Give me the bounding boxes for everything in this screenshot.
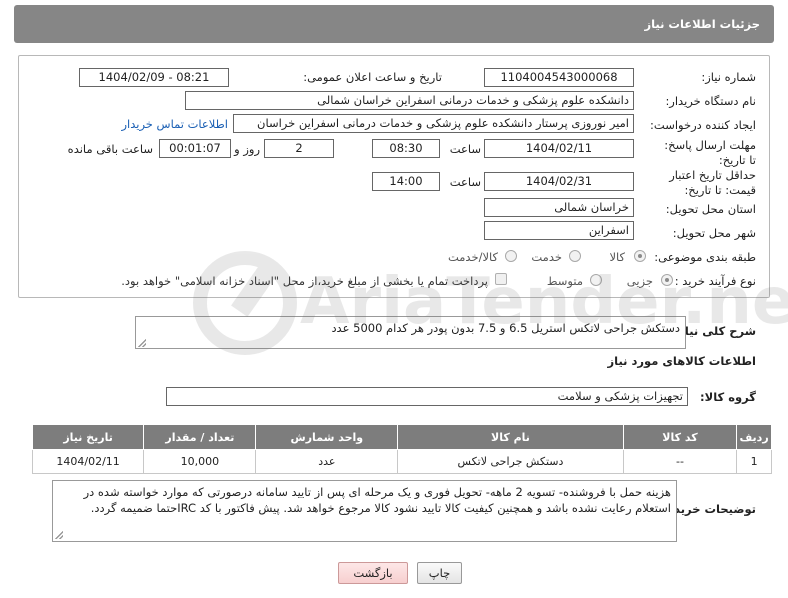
page-title: جزئیات اطلاعات نیاز <box>644 17 760 31</box>
buyer-label: نام دستگاه خریدار: <box>665 94 756 108</box>
category-radio-goods[interactable] <box>634 250 646 262</box>
process-option-medium: متوسط <box>546 274 583 288</box>
validity-time-label: ساعت <box>449 175 481 189</box>
need-number-label: شماره نیاز: <box>701 70 756 84</box>
announce-label: تاریخ و ساعت اعلان عمومی: <box>303 70 442 84</box>
days-remaining-field[interactable]: 2 <box>264 139 334 158</box>
category-option-goods: کالا <box>609 250 625 264</box>
province-label: استان محل تحویل: <box>665 202 756 216</box>
category-radio-goods-service[interactable] <box>505 250 517 262</box>
category-option-service: خدمت <box>531 250 562 264</box>
col-header-need-date: تاریخ نیاز <box>31 424 145 450</box>
col-header-row-number: ردیف <box>736 424 772 450</box>
creator-label: ایجاد کننده درخواست: <box>650 118 756 132</box>
cell-item-name: دستکش جراحی لاتکس <box>397 449 624 474</box>
days-label: روز و <box>234 142 260 156</box>
deadline-date-field[interactable]: 1404/02/11 <box>484 139 634 158</box>
summary-label: شرح کلی نیاز: <box>673 324 756 338</box>
goods-group-field[interactable]: تجهیزات پزشکی و سلامت <box>166 387 688 406</box>
buyer-notes-text: هزینه حمل با فروشنده- تسویه 2 ماهه- تحوی… <box>83 485 671 515</box>
process-radio-medium[interactable] <box>590 274 602 286</box>
category-label: طبقه بندی موضوعی: <box>654 250 756 264</box>
treasury-payment-note: پرداخت تمام یا بخشی از مبلغ خرید،از محل … <box>121 274 488 288</box>
category-option-goods-service: کالا/خدمت <box>447 250 498 264</box>
goods-section-title: اطلاعات کالاهای مورد نیاز <box>607 354 756 368</box>
remaining-time-label: ساعت باقی مانده <box>67 142 153 156</box>
col-header-quantity: تعداد / مقدار <box>143 424 257 450</box>
resize-grip-icon[interactable] <box>55 531 63 539</box>
need-number-field[interactable]: 1104004543000068 <box>484 68 634 87</box>
validity-time-field[interactable]: 14:00 <box>372 172 440 191</box>
cell-row-number: 1 <box>736 449 772 474</box>
city-label: شهر محل تحویل: <box>672 226 756 240</box>
cell-item-code: -- <box>622 449 738 474</box>
page-header: جزئیات اطلاعات نیاز <box>14 5 774 43</box>
remaining-time-field[interactable]: 00:01:07 <box>159 139 231 158</box>
deadline-label: مهلت ارسال پاسخ: تا تاریخ: <box>664 138 756 167</box>
resize-grip-icon[interactable] <box>138 339 146 347</box>
province-field[interactable]: خراسان شمالی <box>484 198 634 217</box>
table-row[interactable]: 1 -- دستکش جراحی لاتکس عدد 10,000 1404/0… <box>31 449 772 474</box>
announce-datetime-field[interactable]: 1404/02/09 - 08:21 <box>79 68 229 87</box>
treasury-payment-checkbox[interactable] <box>495 273 507 285</box>
category-radio-service[interactable] <box>569 250 581 262</box>
process-radio-minor[interactable] <box>661 274 673 286</box>
col-header-item-name: نام کالا <box>397 424 624 450</box>
validity-date-field[interactable]: 1404/02/31 <box>484 172 634 191</box>
city-field[interactable]: اسفراین <box>484 221 634 240</box>
print-button[interactable]: چاپ <box>417 562 462 584</box>
process-label: نوع فرآیند خرید : <box>674 274 756 288</box>
goods-table: ردیف کد کالا نام کالا واحد شمارش تعداد /… <box>31 424 772 474</box>
buyer-notes-textarea[interactable]: هزینه حمل با فروشنده- تسویه 2 ماهه- تحوی… <box>52 480 677 542</box>
process-option-minor: جزیی <box>626 274 653 288</box>
back-button[interactable]: بازگشت <box>338 562 408 584</box>
table-header-row: ردیف کد کالا نام کالا واحد شمارش تعداد /… <box>31 424 772 450</box>
deadline-time-field[interactable]: 08:30 <box>372 139 440 158</box>
cell-need-date: 1404/02/11 <box>31 449 145 474</box>
validity-label: حداقل تاریخ اعتبار قیمت: تا تاریخ: <box>669 168 756 197</box>
summary-text: دستکش جراحی لاتکس استریل 6.5 و 7.5 بدون … <box>331 321 680 335</box>
goods-group-label: گروه کالا: <box>700 390 756 404</box>
summary-textarea[interactable]: دستکش جراحی لاتکس استریل 6.5 و 7.5 بدون … <box>135 316 686 349</box>
cell-quantity: 10,000 <box>143 449 257 474</box>
cell-unit: عدد <box>255 449 399 474</box>
buyer-field[interactable]: دانشکده علوم پزشکی و خدمات درمانی اسفرای… <box>185 91 634 110</box>
creator-field[interactable]: امیر نوروزی پرستار دانشکده علوم پزشکی و … <box>233 114 634 133</box>
col-header-unit: واحد شمارش <box>255 424 399 450</box>
buyer-contact-link[interactable]: اطلاعات تماس خریدار <box>121 117 228 131</box>
deadline-time-label: ساعت <box>449 142 481 156</box>
col-header-item-code: کد کالا <box>622 424 738 450</box>
